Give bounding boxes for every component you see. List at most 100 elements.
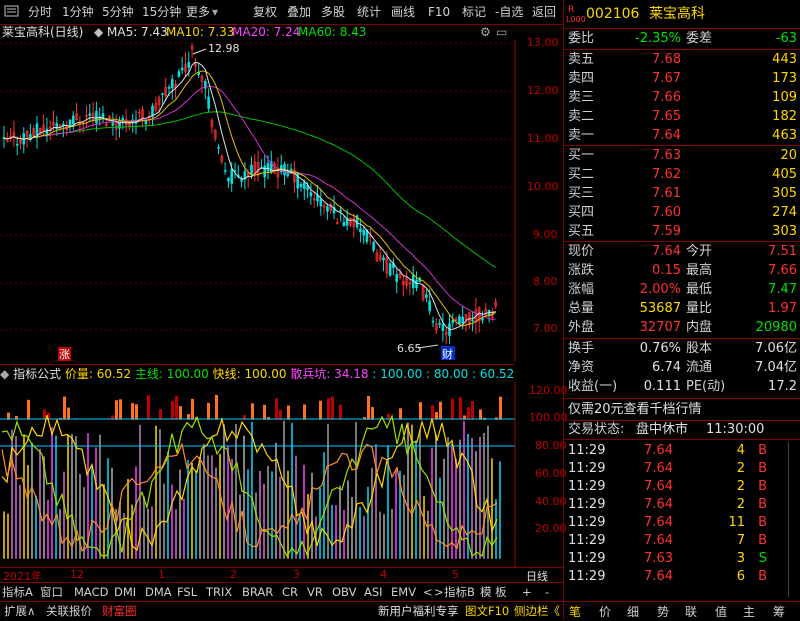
trade-time: 11:29 xyxy=(568,442,605,460)
tab-indicator-b[interactable]: 指标B xyxy=(444,584,475,600)
promo-text[interactable]: 仅需20元查看千档行情 xyxy=(568,401,702,419)
tab-dmi[interactable]: DMI xyxy=(114,584,136,600)
tab-chou[interactable]: 筹 xyxy=(773,603,785,620)
trade-side: B xyxy=(758,568,767,586)
tab-lian[interactable]: 联 xyxy=(685,603,697,620)
sell-price[interactable]: 7.64 xyxy=(652,127,681,145)
related-quotes-button[interactable]: 关联报价 xyxy=(46,603,92,620)
tab-remove[interactable]: - xyxy=(545,584,549,600)
sell-row: 卖五7.68443 xyxy=(564,51,800,69)
btn-zixuan[interactable]: -自选 xyxy=(495,4,523,20)
quote-label: 量比 xyxy=(686,300,712,318)
ma5-label: MA5: 7.43 xyxy=(107,24,168,40)
btn-fanhui[interactable]: 返回 xyxy=(532,4,556,20)
chevron-down-icon[interactable]: ▾ xyxy=(212,4,218,20)
buy-price[interactable]: 7.62 xyxy=(652,166,681,184)
tab-asi[interactable]: ASI xyxy=(364,584,383,600)
wealth-circle-button[interactable]: 财富圈 xyxy=(102,603,137,620)
f10-button[interactable]: 图文F10 xyxy=(465,603,509,620)
tab-prev[interactable]: < xyxy=(423,584,433,600)
tab-trix[interactable]: TRIX xyxy=(206,584,232,600)
indicator-name[interactable]: 指标公式 xyxy=(13,367,61,381)
promo-row[interactable]: 仅需20元查看千档行情 xyxy=(564,401,800,419)
tab-indicator-a[interactable]: 指标A xyxy=(2,584,33,600)
sell-price[interactable]: 7.65 xyxy=(652,108,681,126)
tab-macd[interactable]: MACD xyxy=(74,584,108,600)
promo-link[interactable]: 新用户福利专享 xyxy=(378,603,459,620)
cai-marker[interactable]: 财 xyxy=(442,347,453,361)
tab-fenshi[interactable]: 分时 xyxy=(28,4,52,20)
indicator-settings-icon[interactable]: ◆ xyxy=(0,367,9,381)
indicator-zhuxian: 主线: 100.00 xyxy=(135,367,209,381)
stock-name[interactable]: 莱宝高科 xyxy=(649,4,705,24)
quote-value: 7.47 xyxy=(768,281,797,299)
tab-more[interactable]: 更多 xyxy=(186,4,210,20)
tab-zhu[interactable]: 主 xyxy=(743,603,755,620)
btn-tongji[interactable]: 统计 xyxy=(357,4,381,20)
btn-fuquan[interactable]: 复权 xyxy=(253,4,277,20)
sell-price[interactable]: 7.66 xyxy=(652,89,681,107)
up-marker[interactable]: 涨 xyxy=(59,348,70,361)
quote-label: 内盘 xyxy=(686,319,712,337)
tab-obv[interactable]: OBV xyxy=(332,584,356,600)
buy-price[interactable]: 7.59 xyxy=(652,223,681,241)
tab-5min[interactable]: 5分钟 xyxy=(102,4,134,20)
tab-dma[interactable]: DMA xyxy=(145,584,172,600)
y-tick: 9.00 xyxy=(533,228,558,241)
stock-code[interactable]: 002106 xyxy=(586,4,639,24)
tab-shi[interactable]: 势 xyxy=(657,603,669,620)
indicator-tabs: 指标A 窗口 MACD DMI DMA FSL TRIX BRAR CR VR … xyxy=(0,582,563,601)
trade-row: 11:297.633S xyxy=(564,550,800,568)
trade-volume: 4 xyxy=(737,442,745,460)
tab-cr[interactable]: CR xyxy=(282,584,298,600)
date-label: 4 xyxy=(380,568,387,581)
tab-brar[interactable]: BRAR xyxy=(242,584,273,600)
chart-title: 莱宝高科(日线) xyxy=(2,24,83,40)
tab-1min[interactable]: 1分钟 xyxy=(62,4,94,20)
btn-f10[interactable]: F10 xyxy=(428,4,450,20)
tab-add[interactable]: + xyxy=(522,584,532,600)
tab-fsl[interactable]: FSL xyxy=(177,584,197,600)
btn-duogu[interactable]: 多股 xyxy=(321,4,345,20)
btn-biaoji[interactable]: 标记 xyxy=(462,4,486,20)
expand-button[interactable]: 扩展∧ xyxy=(4,603,35,620)
trade-side: B xyxy=(758,496,767,514)
trade-row: 11:297.646B xyxy=(564,568,800,586)
buy-price[interactable]: 7.61 xyxy=(652,185,681,203)
tab-emv[interactable]: EMV xyxy=(391,584,416,600)
tab-15min[interactable]: 15分钟 xyxy=(142,4,181,20)
stat-row: 收益(一)0.111PE(动)17.2 xyxy=(564,378,800,396)
sidebar-button[interactable]: 侧边栏《 xyxy=(514,603,560,620)
sell-volume: 173 xyxy=(772,70,797,88)
tab-xi[interactable]: 细 xyxy=(627,603,639,620)
tab-next[interactable]: > xyxy=(434,584,444,600)
indicator-chart[interactable] xyxy=(0,382,563,567)
tab-template[interactable]: 模 板 xyxy=(480,584,507,600)
tab-window[interactable]: 窗口 xyxy=(40,584,63,600)
scrollbar[interactable] xyxy=(788,442,799,597)
chart-settings-icon[interactable]: ⚙ xyxy=(480,24,491,40)
quote-row: 总量53687量比1.97 xyxy=(564,300,800,318)
level2-badge: L000 xyxy=(566,15,586,24)
settings-icon[interactable]: ◆ xyxy=(94,24,103,40)
menu-icon[interactable] xyxy=(4,4,20,20)
buy-price[interactable]: 7.63 xyxy=(652,147,681,165)
buy-level-label: 买五 xyxy=(568,223,594,241)
expand-icon[interactable]: ▭ xyxy=(496,24,507,40)
buy-price[interactable]: 7.60 xyxy=(652,204,681,222)
buy-volume: 274 xyxy=(772,204,797,222)
buy-row: 买四7.60274 xyxy=(564,204,800,222)
tab-jia[interactable]: 价 xyxy=(599,603,611,620)
sell-price[interactable]: 7.67 xyxy=(652,70,681,88)
tab-vr[interactable]: VR xyxy=(307,584,323,600)
buy-level-label: 买三 xyxy=(568,185,594,203)
candlestick-chart[interactable]: 12.98 6.65 涨 财 xyxy=(0,40,563,362)
btn-huaxian[interactable]: 画线 xyxy=(391,4,415,20)
tab-bi[interactable]: 笔 xyxy=(569,603,581,620)
sell-volume: 443 xyxy=(772,51,797,69)
buy-volume: 305 xyxy=(772,185,797,203)
tab-zhi[interactable]: 值 xyxy=(715,603,727,620)
btn-diejia[interactable]: 叠加 xyxy=(287,4,311,20)
sell-price[interactable]: 7.68 xyxy=(652,51,681,69)
ma10-label: MA10: 7.33 xyxy=(166,24,234,40)
